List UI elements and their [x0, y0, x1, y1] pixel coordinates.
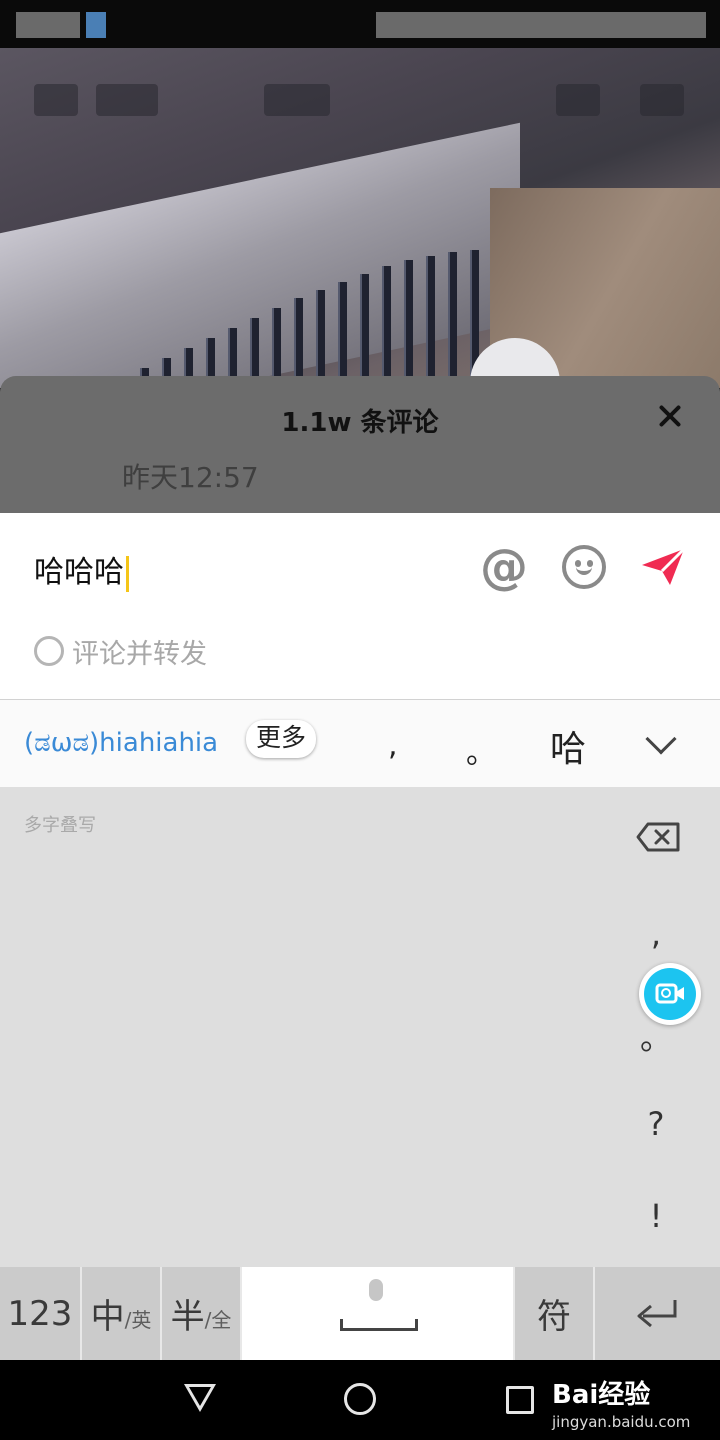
space-key[interactable] [242, 1267, 515, 1360]
video-scene-sticks [140, 248, 500, 388]
status-indicators [376, 12, 706, 38]
baidu-watermark: Bai经验 jingyan.baidu.com [552, 1374, 690, 1431]
numbers-key-label: 123 [7, 1293, 73, 1334]
language-key-main: 中 [90, 1297, 125, 1337]
more-candidates-button[interactable]: 更多 [246, 720, 317, 758]
video-player[interactable] [0, 48, 720, 388]
language-switch-key[interactable]: 中/英 [82, 1267, 162, 1360]
overlay-label [96, 84, 158, 116]
send-icon[interactable] [640, 547, 686, 587]
overlay-icon [556, 84, 600, 116]
recent-apps-icon[interactable] [506, 1386, 534, 1414]
notification-icon [86, 12, 106, 38]
emoji-icon[interactable] [562, 545, 606, 589]
enter-icon [637, 1299, 676, 1327]
punct-period-key[interactable]: 。 [640, 1013, 672, 1059]
repost-label: 评论并转发 [72, 638, 207, 670]
candidate-ha[interactable]: 哈 [550, 720, 586, 772]
numbers-key[interactable]: 123 [0, 1267, 82, 1360]
watermark-url: jingyan.baidu.com [552, 1413, 691, 1431]
video-top-overlay [0, 48, 720, 168]
overlay-icon [640, 84, 684, 116]
overlay-tab [264, 84, 330, 116]
candidate-period[interactable]: 。 [466, 728, 496, 772]
status-bar [0, 0, 720, 48]
repost-option[interactable]: 评论并转发 [34, 635, 207, 670]
system-nav-bar: Bai经验 jingyan.baidu.com [0, 1360, 720, 1440]
chevron-down-icon[interactable] [645, 723, 677, 755]
comment-timestamp: 昨天12:57 [122, 461, 259, 494]
candidate-emoticon[interactable]: (ಡωಡ)hiahiahia [24, 728, 218, 759]
language-key-sub: /英 [124, 1308, 152, 1332]
symbols-key[interactable]: 符 [515, 1267, 595, 1360]
ime-candidate-bar: (ಡωಡ)hiahiahia 更多 , 。 哈 [0, 699, 720, 787]
punct-question-key[interactable]: ? [640, 1105, 672, 1143]
status-time [16, 12, 80, 38]
comment-count-title: 1.1w 条评论 [281, 408, 439, 438]
comment-input-panel: 哈哈哈 @ 评论并转发 [0, 513, 720, 699]
microphone-icon [369, 1279, 383, 1301]
space-bar-icon [340, 1319, 418, 1331]
width-key-sub: /全 [204, 1308, 232, 1332]
width-switch-key[interactable]: 半/全 [162, 1267, 242, 1360]
handwriting-mode-hint: 多字叠写 [24, 815, 96, 836]
punct-comma-key[interactable]: , [640, 915, 672, 953]
mention-icon[interactable]: @ [480, 539, 528, 595]
comment-input[interactable]: 哈哈哈 [34, 547, 129, 592]
candidate-comma[interactable]: , [388, 728, 398, 763]
comment-input-text: 哈哈哈 [34, 555, 124, 590]
comment-sheet: 1.1w 条评论 昨天12:57 [0, 376, 720, 516]
back-icon[interactable] [184, 1384, 216, 1412]
keyboard-bottom-row: 123 中/英 半/全 符 [0, 1267, 720, 1360]
punct-exclamation-key[interactable]: ! [640, 1197, 672, 1235]
watermark-brand: Bai经验 [552, 1380, 651, 1410]
symbols-key-label: 符 [537, 1297, 571, 1337]
width-key-main: 半 [170, 1297, 205, 1337]
overlay-icon [34, 84, 78, 116]
repost-radio[interactable] [34, 636, 64, 666]
handwriting-pad[interactable]: 多字叠写 , 。 ? ! [0, 787, 720, 1267]
close-icon[interactable] [656, 402, 684, 430]
backspace-icon[interactable] [636, 822, 680, 852]
home-icon[interactable] [344, 1383, 376, 1415]
enter-key[interactable] [595, 1267, 720, 1360]
text-caret [126, 555, 129, 592]
